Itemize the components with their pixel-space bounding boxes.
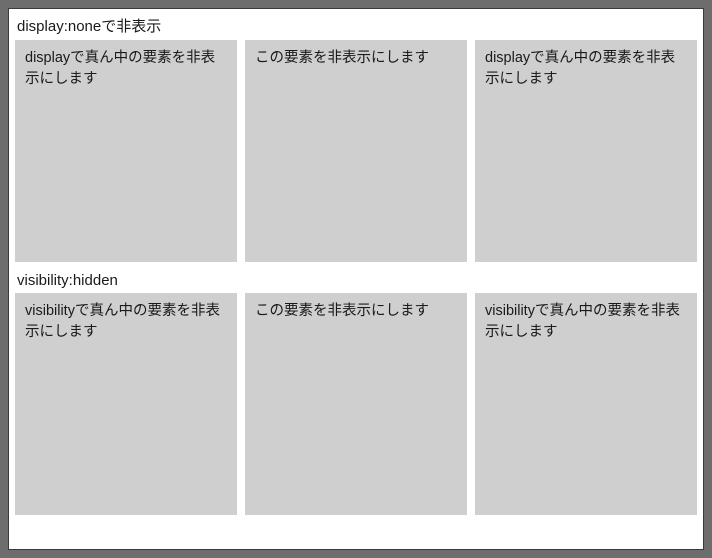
section-heading-visibility-hidden: visibility:hidden [17, 272, 697, 289]
box-visibility-right: visibilityで真ん中の要素を非表示にします [475, 293, 697, 515]
box-display-right: displayで真ん中の要素を非表示にします [475, 40, 697, 262]
box-display-middle: この要素を非表示にします [245, 40, 467, 262]
box-visibility-left: visibilityで真ん中の要素を非表示にします [15, 293, 237, 515]
box-visibility-middle: この要素を非表示にします [245, 293, 467, 515]
page-container: display:noneで非表示 displayで真ん中の要素を非表示にします … [8, 8, 704, 550]
box-display-left: displayで真ん中の要素を非表示にします [15, 40, 237, 262]
row-visibility-hidden: visibilityで真ん中の要素を非表示にします この要素を非表示にします v… [15, 293, 697, 515]
row-display-none: displayで真ん中の要素を非表示にします この要素を非表示にします disp… [15, 40, 697, 262]
section-heading-display-none: display:noneで非表示 [17, 15, 697, 36]
